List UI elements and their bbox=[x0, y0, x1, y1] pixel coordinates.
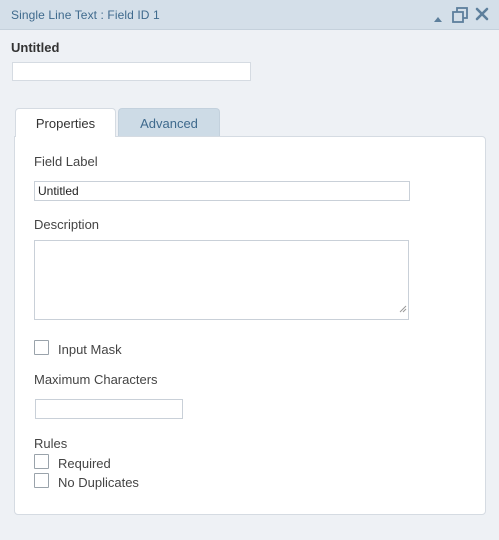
input-mask-checkbox[interactable] bbox=[34, 340, 49, 355]
field-label-input[interactable] bbox=[34, 181, 410, 201]
duplicate-icon[interactable] bbox=[451, 6, 469, 29]
field-preview-input[interactable] bbox=[12, 62, 251, 81]
field-label-label: Field Label bbox=[34, 154, 98, 169]
input-mask-label: Input Mask bbox=[58, 342, 122, 357]
maximum-characters-label: Maximum Characters bbox=[34, 372, 158, 387]
no-duplicates-label: No Duplicates bbox=[58, 475, 139, 490]
rules-label: Rules bbox=[34, 436, 68, 451]
close-icon[interactable] bbox=[475, 7, 489, 26]
field-header-title: Single Line Text : Field ID 1 bbox=[11, 8, 160, 22]
resize-grip-icon[interactable] bbox=[399, 300, 407, 318]
field-preview-title: Untitled bbox=[11, 40, 60, 55]
required-checkbox[interactable] bbox=[34, 454, 49, 469]
description-label: Description bbox=[34, 217, 100, 232]
required-label: Required bbox=[58, 456, 111, 471]
tab-advanced[interactable]: Advanced bbox=[118, 108, 220, 136]
tab-properties[interactable]: Properties bbox=[15, 108, 116, 137]
collapse-icon[interactable] bbox=[433, 10, 443, 28]
description-textarea[interactable] bbox=[34, 240, 409, 320]
maximum-characters-input[interactable] bbox=[35, 399, 183, 419]
field-header[interactable]: Single Line Text : Field ID 1 bbox=[0, 0, 499, 30]
no-duplicates-checkbox[interactable] bbox=[34, 473, 49, 488]
